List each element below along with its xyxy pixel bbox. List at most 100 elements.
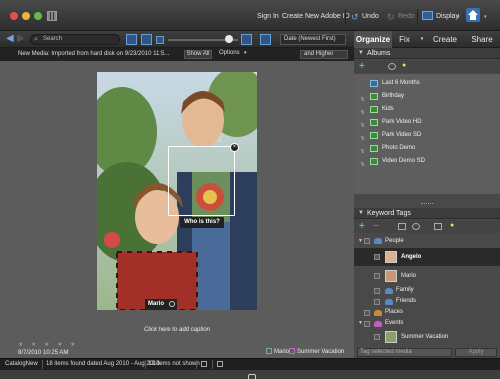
undo-icon[interactable]: ↺ (351, 12, 359, 23)
tag-angelo[interactable]: Angelo (354, 248, 500, 266)
show-all-button[interactable]: Show All (184, 50, 212, 59)
arrow-icon[interactable] (169, 301, 175, 307)
delete-tag-button[interactable]: − (373, 220, 379, 233)
redo-icon[interactable]: ↻ (387, 12, 395, 23)
expand-icon[interactable]: ▼ (358, 234, 363, 248)
tag-selected-media-input[interactable]: Tag selected media (357, 348, 452, 357)
small-thumbnail-icon[interactable] (156, 36, 164, 44)
edit-tag-icon[interactable] (398, 223, 406, 230)
add-album-button[interactable]: + (359, 60, 365, 73)
smart-album-icon (370, 80, 378, 87)
tag-checkbox[interactable] (374, 288, 380, 294)
tag-category-places[interactable]: Places (354, 307, 500, 318)
album-photo-demo[interactable]: ↯ Photo Demo (354, 142, 500, 155)
rotate-icon[interactable] (248, 374, 256, 379)
chevron-down-icon[interactable]: ▾ (484, 14, 487, 20)
album-label: Photo Demo (382, 145, 416, 151)
sort-order-select[interactable]: Date (Newest First) (280, 34, 346, 45)
keyword-tags-header[interactable]: ▼ Keyword Tags (354, 208, 500, 219)
zoom-window-button[interactable] (34, 12, 42, 20)
large-thumbnail-icon[interactable] (241, 34, 252, 45)
search-label: Search (43, 36, 63, 42)
collapse-icon[interactable]: ▼ (358, 48, 364, 59)
grid-view-icon[interactable] (47, 11, 57, 21)
tag-summer-vacation[interactable]: Summer Vacation (354, 329, 500, 345)
album-park-video-sd[interactable]: ↯ Park Video SD (354, 129, 500, 142)
who-is-this-prompt[interactable]: Who is this? (180, 217, 224, 228)
collapse-icon[interactable]: ▼ (358, 208, 364, 219)
tag-chip[interactable]: Mario (266, 348, 289, 355)
tag-chip[interactable]: Summer Vacation (289, 348, 344, 355)
divider (145, 360, 146, 369)
tag-checkbox[interactable] (374, 299, 380, 305)
panel-resize-handle[interactable] (421, 203, 433, 205)
minimize-window-button[interactable] (22, 12, 30, 20)
expand-icon[interactable]: ▼ (358, 318, 363, 329)
close-icon[interactable]: × (230, 143, 239, 152)
rating-stars[interactable]: ★ ★ ★ ★ ★ (18, 341, 79, 348)
lock-icon[interactable] (217, 361, 223, 367)
back-arrow-icon[interactable]: ◀ (6, 33, 14, 44)
tab-create[interactable]: Create (428, 31, 462, 48)
close-window-button[interactable] (10, 12, 18, 20)
divider (417, 9, 418, 24)
add-tag-button[interactable]: + (359, 220, 365, 233)
tag-checkbox[interactable] (364, 310, 370, 316)
display-icon[interactable] (422, 11, 433, 20)
bulb-icon[interactable]: ● (450, 222, 458, 229)
tab-fix[interactable]: Fix (392, 31, 417, 48)
face-name-tag[interactable]: Mario (145, 299, 177, 310)
album-icon (370, 145, 378, 152)
catalog-name[interactable]: CatalogNew (5, 361, 38, 367)
tag-checkbox[interactable] (374, 254, 380, 260)
tab-share[interactable]: Share (464, 31, 500, 48)
display-menu[interactable]: Display (436, 13, 459, 20)
forward-arrow-icon[interactable]: ▶ (17, 33, 25, 44)
event-tag-icon (289, 348, 295, 354)
bulb-icon[interactable]: ● (402, 62, 410, 69)
tag-checkbox[interactable] (374, 273, 380, 279)
tag-category-events[interactable]: ▼ Events (354, 318, 500, 329)
tag-friends[interactable]: Friends (354, 296, 500, 307)
find-faces-icon[interactable] (412, 223, 420, 230)
create-adobe-id-link[interactable]: Create New Adobe ID (282, 13, 350, 20)
search-input[interactable]: ⌕ Search (30, 34, 120, 45)
tag-label: People (385, 238, 404, 244)
rating-filter-select[interactable]: and Higher (300, 50, 348, 59)
album-video-demo-sd[interactable]: ↯ Video Demo SD (354, 155, 500, 168)
stack-icon[interactable] (126, 34, 137, 45)
chevron-down-icon[interactable]: ▾ (417, 31, 427, 48)
chevron-down-icon[interactable]: ▾ (244, 50, 247, 56)
tag-checkbox[interactable] (364, 238, 370, 244)
options-menu[interactable]: Options (219, 50, 240, 56)
person-icon[interactable] (434, 223, 442, 230)
tag-checkbox[interactable] (374, 334, 380, 340)
albums-header[interactable]: ▼ Albums (354, 48, 500, 59)
sign-in-link[interactable]: Sign In (257, 13, 279, 20)
sync-icon[interactable] (201, 361, 207, 367)
chevron-down-icon[interactable]: ▾ (457, 14, 460, 20)
redo-button[interactable]: Redo (398, 13, 415, 20)
people-icon (374, 238, 382, 244)
tag-family[interactable]: Family (354, 285, 500, 296)
face-recognition-box[interactable] (168, 146, 235, 216)
tab-organize[interactable]: Organize (354, 31, 392, 48)
album-birthday[interactable]: ↯ Birthday (354, 90, 500, 103)
tag-category-people[interactable]: ▼ People (354, 234, 500, 248)
tag-label: Events (385, 320, 404, 326)
album-icon (370, 93, 378, 100)
undo-button[interactable]: Undo (362, 13, 379, 20)
view-icon[interactable] (141, 34, 152, 45)
home-icon[interactable] (466, 8, 480, 22)
apply-button[interactable]: Apply (455, 348, 497, 357)
slider-handle[interactable] (225, 35, 233, 43)
gear-icon[interactable] (388, 63, 396, 70)
caption-field[interactable]: Click here to add caption (97, 327, 257, 333)
album-last-6-months[interactable]: Last 6 Months (354, 77, 500, 89)
tag-mario[interactable]: Mario (354, 268, 500, 284)
album-park-video-hd[interactable]: ↯ Park Video HD (354, 116, 500, 129)
tag-checkbox[interactable] (364, 321, 370, 327)
places-icon (374, 310, 382, 316)
full-screen-icon[interactable] (260, 34, 271, 45)
album-kids[interactable]: ↯ Kids (354, 103, 500, 116)
